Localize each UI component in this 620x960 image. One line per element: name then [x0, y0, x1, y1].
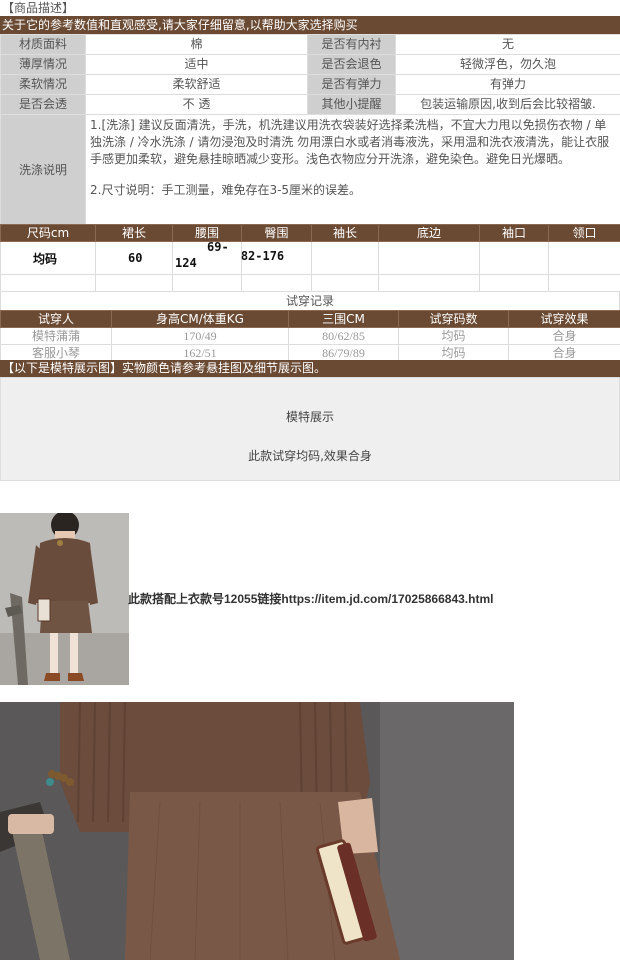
size-cell: [548, 241, 620, 275]
attr-value: 不 透: [85, 94, 308, 115]
model-title: 模特展示: [285, 410, 334, 424]
wash-paragraph-2: 2.尺寸说明：手工测量，难免存在3-5厘米的误差。: [90, 183, 362, 197]
size-header-row: 尺码cm 裙长 腰围 臀围 袖长 底边 袖口 领口: [0, 224, 620, 242]
trial-cell: 均码: [398, 327, 509, 345]
attr-value: 包装运输原因,收到后会比较褶皱.: [395, 94, 620, 115]
matching-link[interactable]: 此款搭配上衣款号12055链接https://item.jd.com/17025…: [128, 590, 493, 607]
length-value: 60: [128, 251, 143, 265]
waist-value-b: 124: [175, 256, 197, 270]
attr-key: 是否会透: [0, 94, 86, 115]
wash-label: 洗涤说明: [0, 114, 86, 226]
size-cell: 82-176: [240, 241, 312, 275]
trial-cell: 模特蒲蒲: [0, 327, 112, 345]
model-box: 模特展示 此款试穿均码,效果合身: [0, 377, 620, 481]
trial-cell: 均码: [398, 344, 509, 362]
trial-header: 试穿效果: [508, 310, 620, 328]
trial-header: 三围CM: [288, 310, 399, 328]
model-photo-large-image: [0, 702, 514, 960]
size-cell: 均码: [0, 241, 96, 275]
attr-key: 是否有弹力: [307, 74, 396, 95]
size-cell: 60: [95, 241, 173, 275]
attr-value: 有弹力: [395, 74, 620, 95]
size-table: 尺码cm 裙长 腰围 臀围 袖长 底边 袖口 领口 均码 60 69- 124 …: [0, 224, 620, 292]
wash-row: 洗涤说明 1.[洗涤] 建议反面清洗，手洗，机洗建议用洗衣袋装好选择柔洗档，不宜…: [0, 114, 620, 226]
size-cell: [378, 241, 480, 275]
size-value: 均码: [33, 251, 58, 266]
attr-row: 是否会透 不 透 其他小提醒 包装运输原因,收到后会比较褶皱.: [0, 94, 620, 115]
attr-value: 柔软舒适: [85, 74, 308, 95]
model-photo-large: [0, 702, 514, 960]
size-cell: [311, 241, 379, 275]
size-cell: [479, 241, 549, 275]
intro-bar: 关于它的参考数值和直观感受,请大家仔细留意,以帮助大家选择购买: [0, 16, 620, 34]
attr-key: 其他小提醒: [307, 94, 396, 115]
model-photo-small: [0, 513, 129, 685]
wash-instructions: 1.[洗涤] 建议反面清洗，手洗，机洗建议用洗衣袋装好选择柔洗档，不宜大力甩以免…: [85, 114, 620, 226]
trial-header-row: 试穿人 身高CM/体重KG 三围CM 试穿码数 试穿效果: [0, 310, 620, 328]
trial-header: 试穿人: [0, 310, 112, 328]
trial-cell: 80/62/85: [288, 327, 399, 345]
size-header: 领口: [548, 224, 620, 242]
model-bar: 【以下是模特展示图】实物颜色请参考悬挂图及细节展示图。: [0, 360, 620, 377]
trial-cell: 合身: [508, 327, 620, 345]
size-row: 均码 60 69- 124 82-176: [0, 240, 620, 275]
trial-cell: 162/51: [111, 344, 289, 362]
trial-table: 试穿人 身高CM/体重KG 三围CM 试穿码数 试穿效果 模特蒲蒲 170/49…: [0, 310, 620, 362]
trial-cell: 合身: [508, 344, 620, 362]
attr-value: 棉: [85, 34, 308, 55]
size-header: 底边: [378, 224, 480, 242]
attr-key: 薄厚情况: [0, 54, 86, 75]
trial-header: 试穿码数: [398, 310, 509, 328]
attr-key: 是否会退色: [307, 54, 396, 75]
attr-key: 柔软情况: [0, 74, 86, 95]
attr-row: 柔软情况 柔软舒适 是否有弹力 有弹力: [0, 74, 620, 95]
attr-row: 薄厚情况 适中 是否会退色 轻微浮色，勿久泡: [0, 54, 620, 75]
trial-cell: 170/49: [111, 327, 289, 345]
size-header: 袖长: [311, 224, 379, 242]
attr-value: 无: [395, 34, 620, 55]
size-header: 腰围: [172, 224, 242, 242]
attr-value: 轻微浮色，勿久泡: [395, 54, 620, 75]
attr-value: 适中: [85, 54, 308, 75]
model-photo-small-image: [0, 513, 129, 685]
size-cell: 69- 124: [172, 240, 242, 275]
attr-key: 是否有内衬: [307, 34, 396, 55]
attr-key: 材质面料: [0, 34, 86, 55]
trial-row: 客服小琴 162/51 86/79/89 均码 合身: [0, 344, 620, 362]
attributes-table: 材质面料 棉 是否有内衬 无 薄厚情况 适中 是否会退色 轻微浮色，勿久泡 柔软…: [0, 34, 620, 226]
trial-title: 试穿记录: [0, 292, 620, 310]
model-note: 此款试穿均码,效果合身: [248, 449, 372, 463]
waist-value-a: 69-: [207, 240, 229, 254]
trial-cell: 客服小琴: [0, 344, 112, 362]
hip-value: 82-176: [240, 249, 285, 263]
section-tag: 【商品描述】: [2, 1, 75, 15]
attr-row: 材质面料 棉 是否有内衬 无: [0, 34, 620, 55]
size-header: 臀围: [241, 224, 312, 242]
trial-header: 身高CM/体重KG: [111, 310, 289, 328]
size-row-empty: [0, 274, 620, 292]
size-header: 尺码cm: [0, 224, 96, 242]
trial-cell: 86/79/89: [288, 344, 399, 362]
wash-paragraph-1: 1.[洗涤] 建议反面清洗，手洗，机洗建议用洗衣袋装好选择柔洗档，不宜大力甩以免…: [90, 118, 610, 166]
size-header: 袖口: [479, 224, 549, 242]
size-header: 裙长: [95, 224, 173, 242]
trial-row: 模特蒲蒲 170/49 80/62/85 均码 合身: [0, 327, 620, 345]
